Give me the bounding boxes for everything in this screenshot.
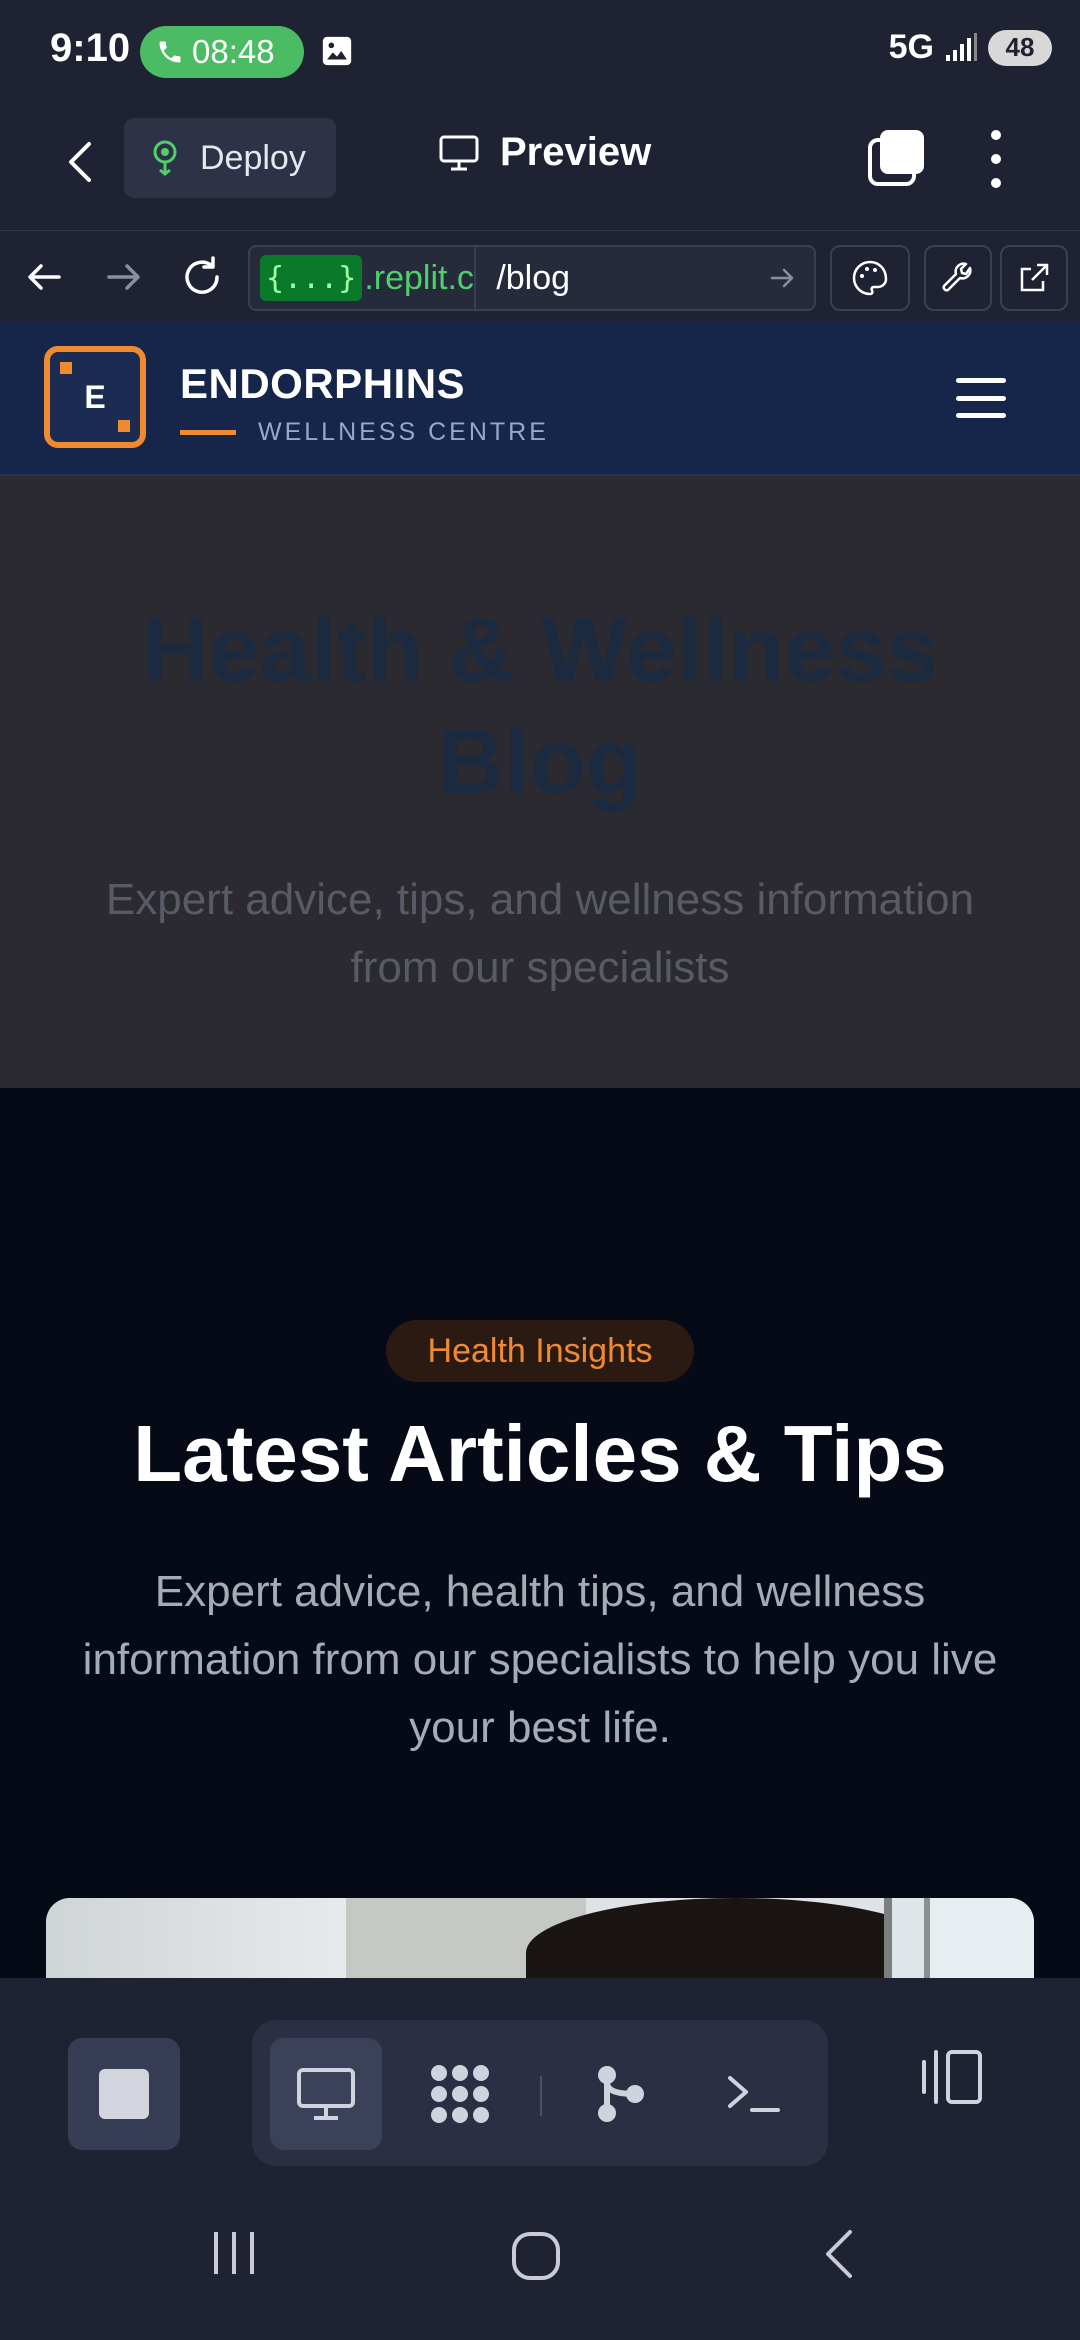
terminal-icon <box>728 2076 780 2112</box>
articles-subtitle: Expert advice, health tips, and wellness… <box>82 1567 998 1752</box>
brand-subtitle: WELLNESS CENTRE <box>258 418 549 446</box>
palette-icon <box>852 260 888 296</box>
workspace-toolbar <box>0 1978 1080 2196</box>
devtools-button[interactable] <box>924 245 992 311</box>
nav-forward-button[interactable] <box>94 247 154 307</box>
phone-icon <box>159 41 181 63</box>
arrow-right-icon <box>107 264 140 290</box>
deploy-button[interactable]: Deploy <box>124 118 336 198</box>
reload-icon <box>185 256 219 294</box>
git-tool-button[interactable] <box>564 2038 676 2150</box>
site-header: E ENDORPHINS WELLNESS CENTRE <box>0 322 1080 476</box>
external-link-icon <box>1020 263 1049 292</box>
hero-section: Health & Wellness Blog Expert advice, ti… <box>0 476 1080 1088</box>
preview-label: Preview <box>500 130 652 174</box>
logo-letter: E <box>84 378 106 415</box>
articles-title: Latest Articles & Tips <box>133 1409 947 1498</box>
status-bar: 9:10 08:48 5G 48 <box>0 0 1080 102</box>
call-indicator[interactable]: 08:48 <box>140 26 304 78</box>
back-button[interactable] <box>56 132 104 192</box>
section-badge: Health Insights <box>386 1320 694 1382</box>
shell-tool-button[interactable] <box>698 2038 810 2150</box>
url-bar[interactable]: {...} .replit.c /blog <box>248 245 816 311</box>
open-external-button[interactable] <box>1000 245 1068 311</box>
battery-indicator: 48 <box>988 29 1052 66</box>
home-icon[interactable] <box>510 2230 562 2287</box>
more-vertical-icon[interactable] <box>976 124 1016 194</box>
network-label: 5G <box>888 28 934 66</box>
chevron-left-icon <box>69 142 91 182</box>
deploy-label: Deploy <box>200 138 306 177</box>
arrow-left-icon <box>28 264 61 290</box>
recents-icon[interactable] <box>212 2230 256 2281</box>
tabs-icon <box>868 130 924 186</box>
git-branch-icon <box>598 2066 644 2122</box>
arrow-right-icon[interactable] <box>770 267 796 289</box>
wrench-icon <box>942 262 972 292</box>
url-divider <box>474 247 477 309</box>
brand-accent-bar <box>180 430 236 435</box>
deploy-icon <box>153 140 177 176</box>
workspace-tool-button[interactable] <box>404 2038 516 2150</box>
signal-icon <box>946 32 977 61</box>
articles-section: Health Insights Latest Articles & Tips E… <box>0 1088 1080 1978</box>
tool-group <box>252 2020 828 2166</box>
url-path-input[interactable]: /blog <box>496 259 770 298</box>
stop-button[interactable] <box>68 2038 180 2150</box>
site-logo[interactable]: E <box>44 346 146 448</box>
article-card-image[interactable] <box>46 1898 1034 1978</box>
sidebar-icon <box>922 2050 982 2104</box>
screen: 9:10 08:48 5G 48 Deploy Preview {...} .r… <box>0 0 1080 2340</box>
preview-tab-title: Preview <box>438 130 651 175</box>
reload-button[interactable] <box>172 247 232 307</box>
monitor-icon <box>297 2068 355 2120</box>
hamburger-icon[interactable] <box>956 378 1006 418</box>
hero-subtitle: Expert advice, tips, and wellness inform… <box>105 875 975 992</box>
status-right: 5G 48 <box>889 28 1052 67</box>
system-back-icon[interactable] <box>820 2228 856 2285</box>
system-nav-bar <box>0 2180 1080 2340</box>
call-timer: 08:48 <box>192 33 275 70</box>
monitor-icon <box>439 135 479 170</box>
app-bar: Deploy Preview <box>0 102 1080 230</box>
browser-toolbar: {...} .replit.c /blog <box>0 230 1080 322</box>
tool-divider <box>540 2076 542 2116</box>
nav-back-button[interactable] <box>14 247 74 307</box>
stop-icon <box>99 2069 149 2119</box>
preview-tool-button[interactable] <box>270 2038 382 2150</box>
url-chip: {...} <box>260 255 363 301</box>
theme-button[interactable] <box>830 245 910 311</box>
grid-icon <box>431 2065 489 2123</box>
brand-name: ENDORPHINS <box>180 360 466 407</box>
url-domain: .replit.c <box>364 258 474 297</box>
gallery-icon <box>320 34 354 73</box>
tabs-button[interactable] <box>866 128 926 188</box>
layout-button[interactable] <box>920 2048 986 2111</box>
status-time: 9:10 <box>50 26 131 70</box>
hero-title: Health & Wellness Blog <box>142 599 938 813</box>
